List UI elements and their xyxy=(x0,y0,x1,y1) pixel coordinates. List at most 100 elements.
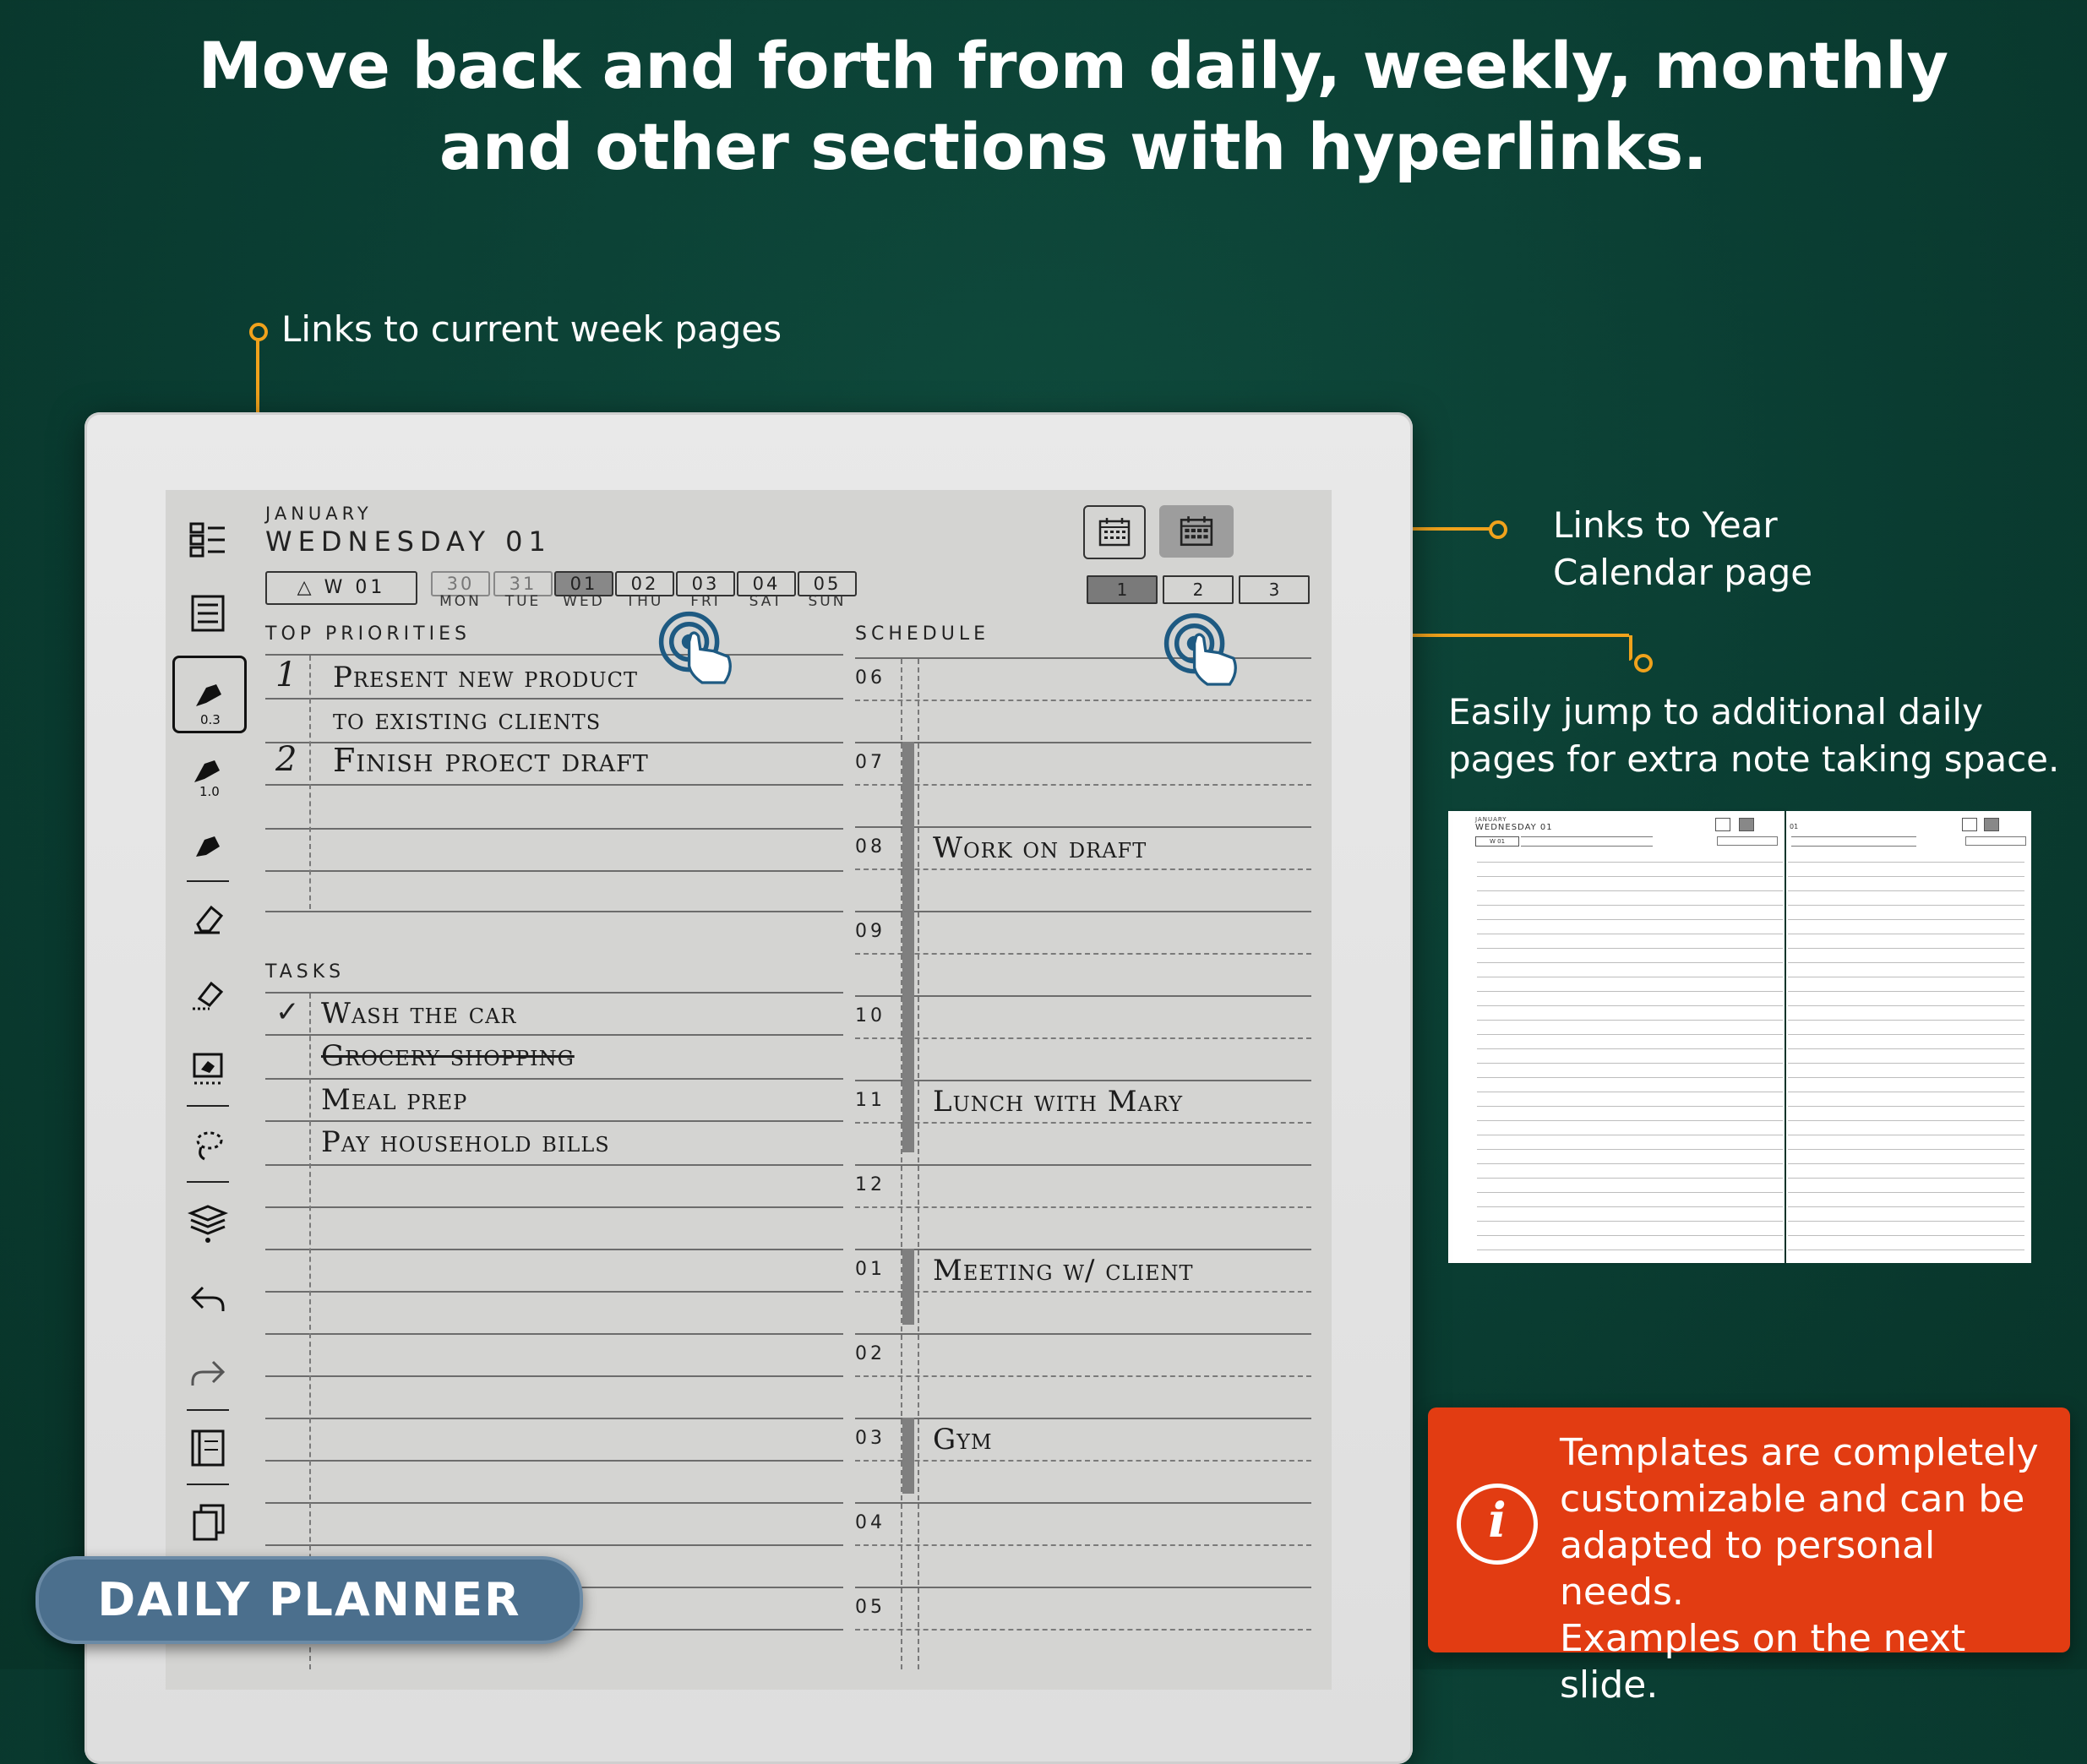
task-rule xyxy=(265,1206,843,1208)
schedule-rule xyxy=(855,742,1311,743)
tasks-label: TASKS xyxy=(265,961,346,983)
toolbar-highlighter[interactable] xyxy=(166,811,250,879)
schedule-half-rule xyxy=(855,1206,1311,1208)
schedule-entry-01[interactable]: Meeting w/ client xyxy=(933,1254,1194,1288)
page-button-2[interactable]: 2 xyxy=(1163,575,1234,604)
schedule-rule xyxy=(855,1587,1311,1588)
callout-daily-line-2: pages for extra note taking space. xyxy=(1448,738,2060,780)
callout-daily-end-dot xyxy=(1634,654,1653,672)
hour-09: 09 xyxy=(855,921,885,942)
list-icon xyxy=(191,595,225,632)
eraser-icon xyxy=(194,905,224,934)
thumbnail-line-2 xyxy=(1788,1005,2024,1006)
toolbar-divider xyxy=(187,880,229,882)
hour-01: 01 xyxy=(855,1259,885,1280)
toolbar-list[interactable] xyxy=(166,580,250,647)
schedule-half-rule xyxy=(855,1460,1311,1462)
thumbnail-line-2 xyxy=(1788,1235,2024,1236)
task-check-icon: ✓ xyxy=(275,995,300,1029)
info-line-3: adapted to personal needs. xyxy=(1560,1524,1936,1614)
schedule-rule xyxy=(855,1164,1311,1166)
month-calendar-button[interactable] xyxy=(1083,505,1146,559)
task-rule xyxy=(265,1502,843,1504)
toolbar-divider-3 xyxy=(187,1181,229,1183)
task-rule xyxy=(265,1333,843,1335)
thumbnail-line-2 xyxy=(1788,1149,2024,1150)
schedule-busy-bar xyxy=(902,742,914,1152)
undo-icon xyxy=(190,1286,225,1311)
thumbnail-week: W 01 xyxy=(1475,836,1519,847)
toolbar-lasso[interactable] xyxy=(166,1110,250,1178)
year-calendar-button[interactable] xyxy=(1159,505,1234,558)
toolbar-select-eraser[interactable] xyxy=(166,960,250,1027)
thumbnail-line xyxy=(1477,1178,1783,1179)
schedule-entry-11[interactable]: Lunch with Mary xyxy=(933,1085,1183,1119)
page-button-1[interactable]: 1 xyxy=(1087,575,1158,604)
task-rule xyxy=(265,1460,843,1462)
schedule-half-rule xyxy=(855,953,1311,955)
thumbnail-page-2[interactable]: 01 xyxy=(1786,811,2031,1263)
toolbar-eraser[interactable] xyxy=(166,884,250,951)
task-rule xyxy=(265,1120,843,1122)
thumbnail-title: WEDNESDAY 01 xyxy=(1475,823,1553,832)
day-label-thu: THU xyxy=(625,593,664,610)
toolbar-template[interactable] xyxy=(166,1414,250,1482)
info-line-1: Templates are completely xyxy=(1560,1431,2039,1474)
schedule-entry-08[interactable]: Work on draft xyxy=(933,831,1147,865)
schedule-entry-03[interactable]: Gym xyxy=(933,1423,993,1456)
hour-03: 03 xyxy=(855,1428,885,1449)
thumbnail-line xyxy=(1477,1149,1783,1150)
thumbnail-page-1[interactable]: JANUARY WEDNESDAY 01 W 01 xyxy=(1448,811,1785,1263)
schedule-label: SCHEDULE xyxy=(855,623,989,645)
task-item-4[interactable]: Pay household bills xyxy=(321,1125,610,1159)
toolbar-layers[interactable] xyxy=(166,1188,250,1255)
thumbnail-line-2 xyxy=(1788,1106,2024,1107)
toolbar-erase-page[interactable] xyxy=(166,1034,250,1102)
toolbar-menu[interactable] xyxy=(166,505,250,573)
toolbar-pages[interactable] xyxy=(166,1489,250,1556)
callout-year-line-2: Calendar page xyxy=(1553,552,1813,593)
info-box: i Templates are completely customizable … xyxy=(1428,1407,2070,1707)
schedule-rule xyxy=(855,1502,1311,1504)
toolbar-pen[interactable]: 1.0 xyxy=(166,735,250,803)
schedule-rule xyxy=(855,995,1311,997)
toolbar-pen-selected[interactable]: 0.3 xyxy=(172,656,247,733)
hour-06: 06 xyxy=(855,667,885,689)
schedule-rule xyxy=(855,1333,1311,1335)
task-item-3[interactable]: Meal prep xyxy=(321,1083,467,1117)
toolbar-divider-4 xyxy=(187,1409,229,1411)
priority-1-line-1: Present new product xyxy=(333,661,638,694)
task-item-1[interactable]: Wash the car xyxy=(321,997,517,1031)
pen-size-badge-2: 1.0 xyxy=(199,784,220,799)
priority-2-number: 2 xyxy=(275,740,298,779)
info-icon: i xyxy=(1457,1484,1538,1565)
redo-icon xyxy=(191,1360,226,1386)
task-item-2[interactable]: Grocery shopping xyxy=(321,1039,575,1073)
task-rule xyxy=(265,1164,843,1166)
priority-1-number: 1 xyxy=(275,656,298,694)
schedule-half-rule xyxy=(855,1544,1311,1546)
page-button-3[interactable]: 3 xyxy=(1239,575,1310,604)
month-label: JANUARY xyxy=(265,504,373,524)
thumbnail-line-2 xyxy=(1788,962,2024,963)
hour-08: 08 xyxy=(855,836,885,858)
toolbar-redo[interactable] xyxy=(166,1338,250,1406)
task-rule xyxy=(265,992,843,994)
priority-rule xyxy=(265,870,843,872)
day-title: WEDNESDAY 01 xyxy=(265,525,552,558)
schedule-half-rule xyxy=(855,1291,1311,1293)
thumbnail-line-2 xyxy=(1788,1048,2024,1049)
thumbnail-line-2 xyxy=(1788,1221,2024,1222)
callout-daily-line-1: Easily jump to additional daily xyxy=(1448,691,1983,732)
schedule-half-rule xyxy=(855,1629,1311,1631)
thumbnail-line xyxy=(1477,991,1783,992)
task-rule xyxy=(265,1249,843,1250)
toolbar-undo[interactable] xyxy=(166,1264,250,1331)
week-button[interactable]: △ W 01 xyxy=(265,571,417,605)
headline-line-1: Move back and forth from daily, weekly, … xyxy=(198,28,1948,103)
hour-07: 07 xyxy=(855,752,885,773)
callout-daily-text: Easily jump to additional daily pages fo… xyxy=(1448,689,2059,783)
tap-hand-icon xyxy=(658,611,732,684)
erase-page-icon xyxy=(193,1053,223,1085)
thumbnail-line xyxy=(1477,1106,1783,1107)
